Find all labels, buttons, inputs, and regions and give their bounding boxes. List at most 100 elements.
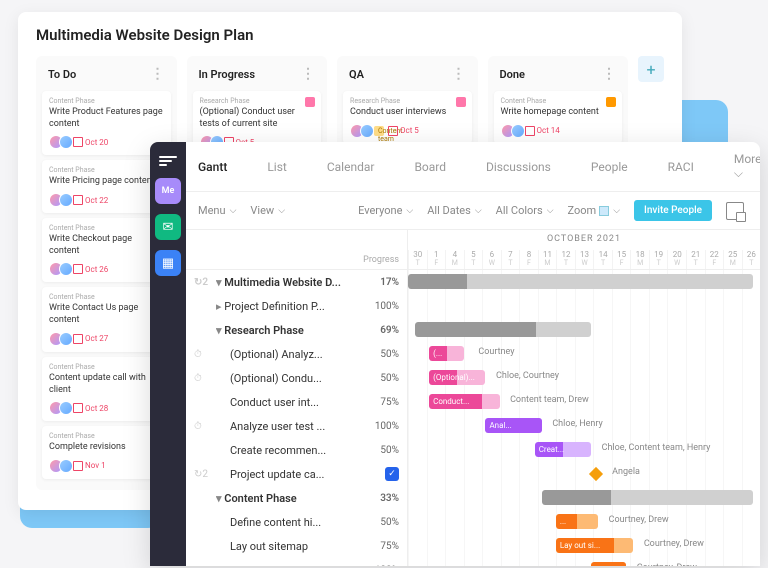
assignee-label: Chloe, Henry [552, 419, 602, 429]
day-column: 22F [705, 250, 724, 269]
task-row[interactable]: Lay out sitemap 75% [186, 534, 407, 558]
column-menu-icon[interactable]: ⋮ [301, 66, 315, 82]
column-header: In Progress⋮ [193, 62, 322, 86]
task-row[interactable]: ↻2 Multimedia Website D... 17% [186, 270, 407, 294]
tab-list[interactable]: List [267, 160, 287, 174]
task-row[interactable]: Project Definition P... 100% [186, 294, 407, 318]
card-title: Complete revisions [49, 442, 164, 454]
tab-calendar[interactable]: Calendar [327, 160, 375, 174]
row-icon: ⏱ [194, 421, 208, 432]
card-date: Oct 14 [525, 126, 560, 136]
task-name: Conduct user int... [216, 396, 359, 409]
card-date: Oct 22 [73, 195, 108, 205]
task-progress: 75% [367, 397, 399, 408]
invite-people-button[interactable]: Invite People [634, 200, 712, 221]
task-progress: ✓ [367, 467, 399, 481]
card-phase: Content Phase [49, 293, 164, 301]
card-title: Conduct user interviews [350, 107, 465, 119]
tab-gantt[interactable]: Gantt [198, 160, 227, 174]
task-row[interactable]: Write homepage ... 100% [186, 558, 407, 566]
assignee-label: Content team, Drew [510, 395, 589, 405]
task-progress: 75% [367, 541, 399, 552]
gantt-bar[interactable]: Lay out si... [556, 538, 633, 553]
task-row[interactable]: ⏱ (Optional) Analyz... 50% [186, 342, 407, 366]
card-phase: Content Phase [49, 97, 164, 105]
tab-board[interactable]: Board [414, 160, 446, 174]
gantt-toolbar: Menu View Everyone All Dates All Colors … [150, 192, 760, 230]
gantt-bar[interactable]: (Optional)... [429, 370, 485, 385]
assignee-avatars [49, 135, 69, 149]
task-name: Multimedia Website D... [216, 276, 359, 289]
task-row[interactable]: Create recommen... 50% [186, 438, 407, 462]
zoom-control[interactable]: Zoom [568, 204, 621, 217]
task-row[interactable]: ⏱ Analyze user test ... 100% [186, 414, 407, 438]
sidebar-projects-button[interactable]: ▦ [155, 250, 181, 276]
day-column: 14T [593, 250, 612, 269]
card-label: Content team [374, 126, 384, 136]
dates-filter[interactable]: All Dates [427, 204, 481, 217]
task-progress: 100% [367, 565, 399, 567]
gantt-bar[interactable]: (... [429, 346, 464, 361]
gantt-bar[interactable]: ... [556, 514, 598, 529]
tab-raci[interactable]: RACI [668, 160, 694, 174]
tab-discussions[interactable]: Discussions [486, 160, 551, 174]
assignee-label: Angela [612, 467, 640, 477]
add-column-button[interactable]: + [638, 56, 664, 82]
gantt-header: Gantt List Calendar Board Discussions People R… [150, 142, 760, 192]
task-progress: 100% [367, 301, 399, 312]
task-name: (Optional) Condu... [216, 372, 359, 385]
day-column: 19T [649, 250, 668, 269]
column-header: To Do⋮ [42, 62, 171, 86]
export-icon[interactable] [726, 202, 744, 220]
task-row[interactable]: Research Phase 69% [186, 318, 407, 342]
everyone-filter[interactable]: Everyone [358, 204, 413, 217]
card-date: Nov 1 [73, 461, 106, 471]
gantt-bar[interactable] [542, 490, 753, 505]
card-date: Oct 28 [73, 403, 108, 413]
sidebar-chat-button[interactable]: ✉ [155, 214, 181, 240]
kanban-card[interactable]: Research Phase Conduct user interviews C… [343, 91, 472, 144]
assignee-label: Chloe, Courtney [496, 371, 559, 381]
gantt-bar[interactable]: Anal... [485, 418, 541, 433]
task-progress: 17% [367, 277, 399, 288]
column-menu-icon[interactable]: ⋮ [602, 66, 616, 82]
tab-people[interactable]: People [591, 160, 628, 174]
progress-header: Progress [363, 255, 399, 265]
card-title: Write homepage content [501, 107, 616, 119]
task-name: Write homepage ... [216, 564, 359, 567]
task-row[interactable]: ↻2 Project update ca... ✓ [186, 462, 407, 486]
task-row[interactable]: Conduct user int... 75% [186, 390, 407, 414]
gantt-bar[interactable] [415, 322, 591, 337]
gantt-bar[interactable] [408, 274, 753, 289]
menu-dropdown[interactable]: Menu [198, 204, 236, 217]
logo-icon[interactable] [159, 156, 177, 168]
gantt-bar[interactable]: Creat... [535, 442, 591, 457]
card-tag [456, 97, 466, 107]
task-row[interactable]: Content Phase 33% [186, 486, 407, 510]
month-label: OCTOBER 2021 [408, 230, 760, 244]
gantt-bar[interactable]: ... [591, 562, 626, 566]
gantt-bar[interactable]: Conduct... [429, 394, 499, 409]
view-dropdown[interactable]: View [250, 204, 285, 217]
assignee-label: Chloe, Content team, Henry [602, 443, 711, 453]
card-phase: Content Phase [49, 224, 164, 232]
kanban-card[interactable]: Content Phase Write homepage content Oct… [494, 91, 623, 144]
task-row[interactable]: Define content hi... 50% [186, 510, 407, 534]
milestone-diamond[interactable] [589, 467, 603, 481]
card-title: Write Product Features page content [49, 107, 164, 130]
colors-filter[interactable]: All Colors [496, 204, 554, 217]
card-title: Write Contact Us page content [49, 303, 164, 326]
column-menu-icon[interactable]: ⋮ [452, 66, 466, 82]
assignee-avatars [49, 193, 69, 207]
task-row[interactable]: ⏱ (Optional) Condu... 50% [186, 366, 407, 390]
day-column: 5T [464, 250, 483, 269]
column-menu-icon[interactable]: ⋮ [151, 66, 165, 82]
column-header: Done⋮ [494, 62, 623, 86]
task-progress: 50% [367, 517, 399, 528]
gantt-timeline[interactable]: OCTOBER 2021 30T1F4M5T6W7T8F11M12T13W14T… [408, 230, 760, 566]
day-column: 20W [667, 250, 686, 269]
tab-more[interactable]: More ⌵ [734, 152, 760, 181]
sidebar-me-button[interactable]: Me [155, 178, 181, 204]
day-column: 11M [538, 250, 557, 269]
assignee-label: Courtney, Drew [609, 515, 669, 525]
